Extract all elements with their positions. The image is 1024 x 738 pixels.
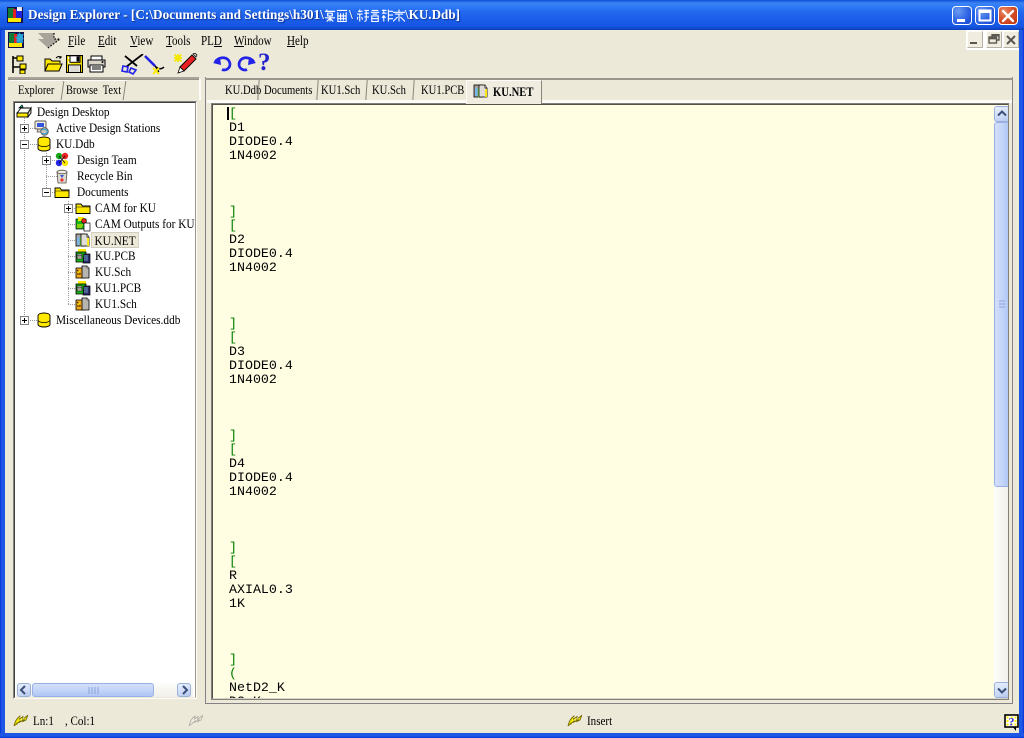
svg-text:?: ? [1009,715,1015,729]
